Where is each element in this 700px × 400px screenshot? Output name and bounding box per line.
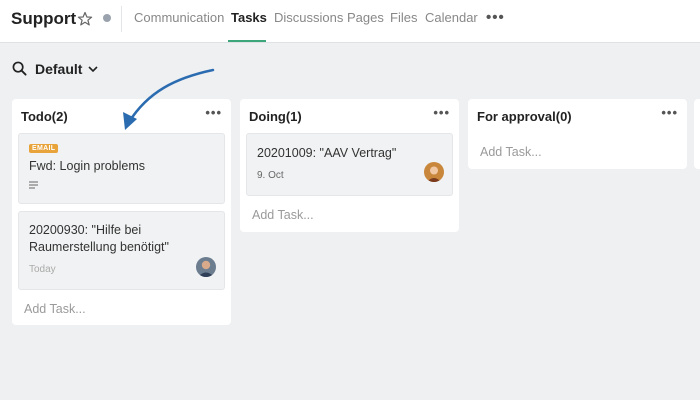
column-title: Doing(1) — [249, 109, 302, 124]
column-more-icon[interactable]: ••• — [661, 105, 678, 120]
task-title: 20201009: "AAV Vertrag" — [257, 146, 397, 160]
task-card[interactable]: 20200930: "Hilfe bei Raumerstellung benö… — [18, 211, 225, 290]
add-task-link[interactable]: Add Task... — [24, 302, 86, 316]
task-title-line2: Raumerstellung benötigt" — [29, 240, 169, 254]
avatar[interactable] — [196, 257, 216, 277]
task-date: 9. Oct — [257, 170, 284, 181]
task-date: Today — [29, 264, 56, 275]
column-more-icon[interactable]: ••• — [205, 105, 222, 120]
description-icon — [29, 181, 38, 189]
divider — [121, 6, 122, 32]
column-for-approval: For approval(0) ••• Add Task... — [468, 99, 687, 169]
task-card[interactable]: 20201009: "AAV Vertrag" 9. Oct — [246, 133, 453, 196]
tab-pages[interactable]: Pages — [347, 10, 384, 25]
filter-dropdown[interactable]: Default — [35, 61, 82, 77]
tab-discussions[interactable]: Discussions — [274, 10, 343, 25]
more-tabs-icon[interactable]: ••• — [486, 9, 505, 26]
column-title: Todo(2) — [21, 109, 68, 124]
task-title-line1: 20200930: "Hilfe bei — [29, 223, 142, 237]
page-title: Support — [11, 9, 77, 28]
column-title: For approval(0) — [477, 109, 572, 124]
chevron-down-icon[interactable] — [87, 64, 99, 74]
star-icon[interactable] — [77, 11, 93, 27]
column-todo: Todo(2) ••• EMAIL Fwd: Login problems 20… — [12, 99, 231, 325]
app-header: Support Communication Tasks Discussions … — [0, 0, 700, 43]
status-dot-icon — [103, 14, 111, 22]
tab-tasks[interactable]: Tasks — [231, 10, 267, 25]
task-card[interactable]: EMAIL Fwd: Login problems — [18, 133, 225, 204]
search-icon[interactable] — [12, 61, 27, 76]
task-title: Fwd: Login problems — [29, 159, 146, 173]
tab-calendar[interactable]: Calendar — [425, 10, 478, 25]
tab-communication[interactable]: Communication — [134, 10, 224, 25]
active-tab-indicator — [228, 40, 266, 42]
column-partial — [694, 99, 700, 169]
add-task-link[interactable]: Add Task... — [252, 208, 314, 222]
column-more-icon[interactable]: ••• — [433, 105, 450, 120]
avatar[interactable] — [424, 162, 444, 182]
add-task-link[interactable]: Add Task... — [480, 145, 542, 159]
tab-files[interactable]: Files — [390, 10, 417, 25]
column-doing: Doing(1) ••• 20201009: "AAV Vertrag" 9. … — [240, 99, 459, 232]
email-badge: EMAIL — [29, 144, 59, 153]
